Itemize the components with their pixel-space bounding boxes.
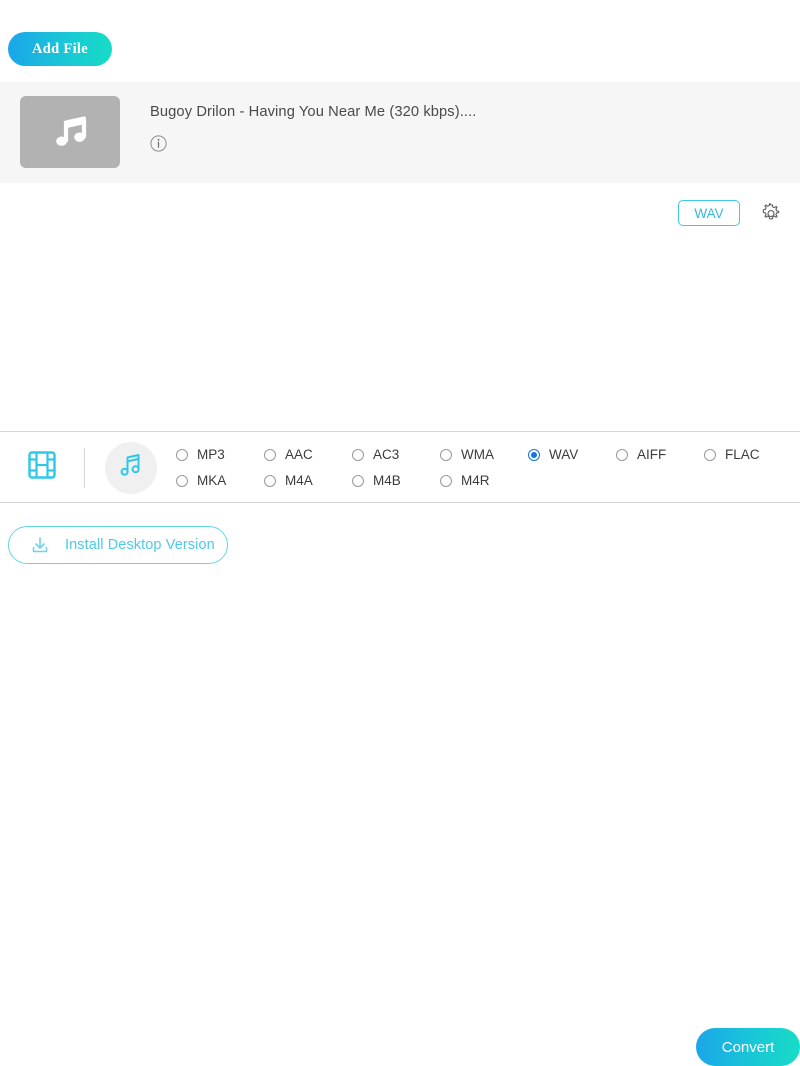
format-radio-ac3[interactable]: AC3: [352, 448, 440, 462]
tab-audio[interactable]: [105, 441, 157, 494]
radio-indicator: [176, 475, 188, 487]
converter-app: Add File Bugoy Drilon - Having You Near …: [0, 0, 800, 1066]
radio-indicator: [528, 449, 540, 461]
footer-bar: Install Desktop Version Convert: [0, 504, 800, 1066]
radio-indicator: [176, 449, 188, 461]
format-radio-m4a[interactable]: M4A: [264, 474, 352, 488]
media-type-tabs: [0, 432, 157, 503]
tab-video[interactable]: [20, 446, 64, 490]
add-file-button[interactable]: Add File: [8, 32, 112, 66]
file-title: Bugoy Drilon - Having You Near Me (320 k…: [150, 104, 477, 120]
install-button-label: Install Desktop Version: [65, 537, 215, 553]
tab-divider: [84, 447, 85, 488]
format-radio-m4b[interactable]: M4B: [352, 474, 440, 488]
radio-indicator: [352, 475, 364, 487]
format-radio-mp3[interactable]: MP3: [176, 448, 264, 462]
install-desktop-version-button[interactable]: Install Desktop Version: [8, 526, 228, 564]
format-radio-wav[interactable]: WAV: [528, 448, 616, 462]
format-radio-aiff[interactable]: AIFF: [616, 448, 704, 462]
file-list: Bugoy Drilon - Having You Near Me (320 k…: [0, 82, 800, 430]
output-format-badge[interactable]: WAV: [678, 200, 740, 226]
music-note-icon: [116, 450, 146, 485]
radio-indicator: [352, 449, 364, 461]
radio-indicator: [440, 475, 452, 487]
format-radio-m4r[interactable]: M4R: [440, 474, 528, 488]
radio-indicator: [264, 475, 276, 487]
radio-indicator: [616, 449, 628, 461]
radio-indicator: [704, 449, 716, 461]
format-radio-group: MP3 AAC AC3 WMA WAV AIFF FLAC MKA M4A M4…: [176, 442, 788, 494]
format-radio-flac[interactable]: FLAC: [704, 448, 792, 462]
format-radio-aac[interactable]: AAC: [264, 448, 352, 462]
file-row[interactable]: Bugoy Drilon - Having You Near Me (320 k…: [0, 82, 800, 226]
format-radio-wma[interactable]: WMA: [440, 448, 528, 462]
radio-indicator: [264, 449, 276, 461]
film-strip-icon: [25, 448, 59, 487]
convert-button[interactable]: Convert: [696, 1028, 800, 1066]
format-radio-mka[interactable]: MKA: [176, 474, 264, 488]
music-note-icon: [48, 110, 92, 154]
radio-indicator: [440, 449, 452, 461]
info-circle-icon[interactable]: [150, 135, 167, 152]
top-toolbar: Add File: [0, 0, 800, 82]
gear-icon[interactable]: [760, 202, 782, 224]
download-icon: [29, 534, 51, 556]
format-bar: MP3 AAC AC3 WMA WAV AIFF FLAC MKA M4A M4…: [0, 431, 800, 503]
file-thumbnail: [20, 96, 120, 168]
